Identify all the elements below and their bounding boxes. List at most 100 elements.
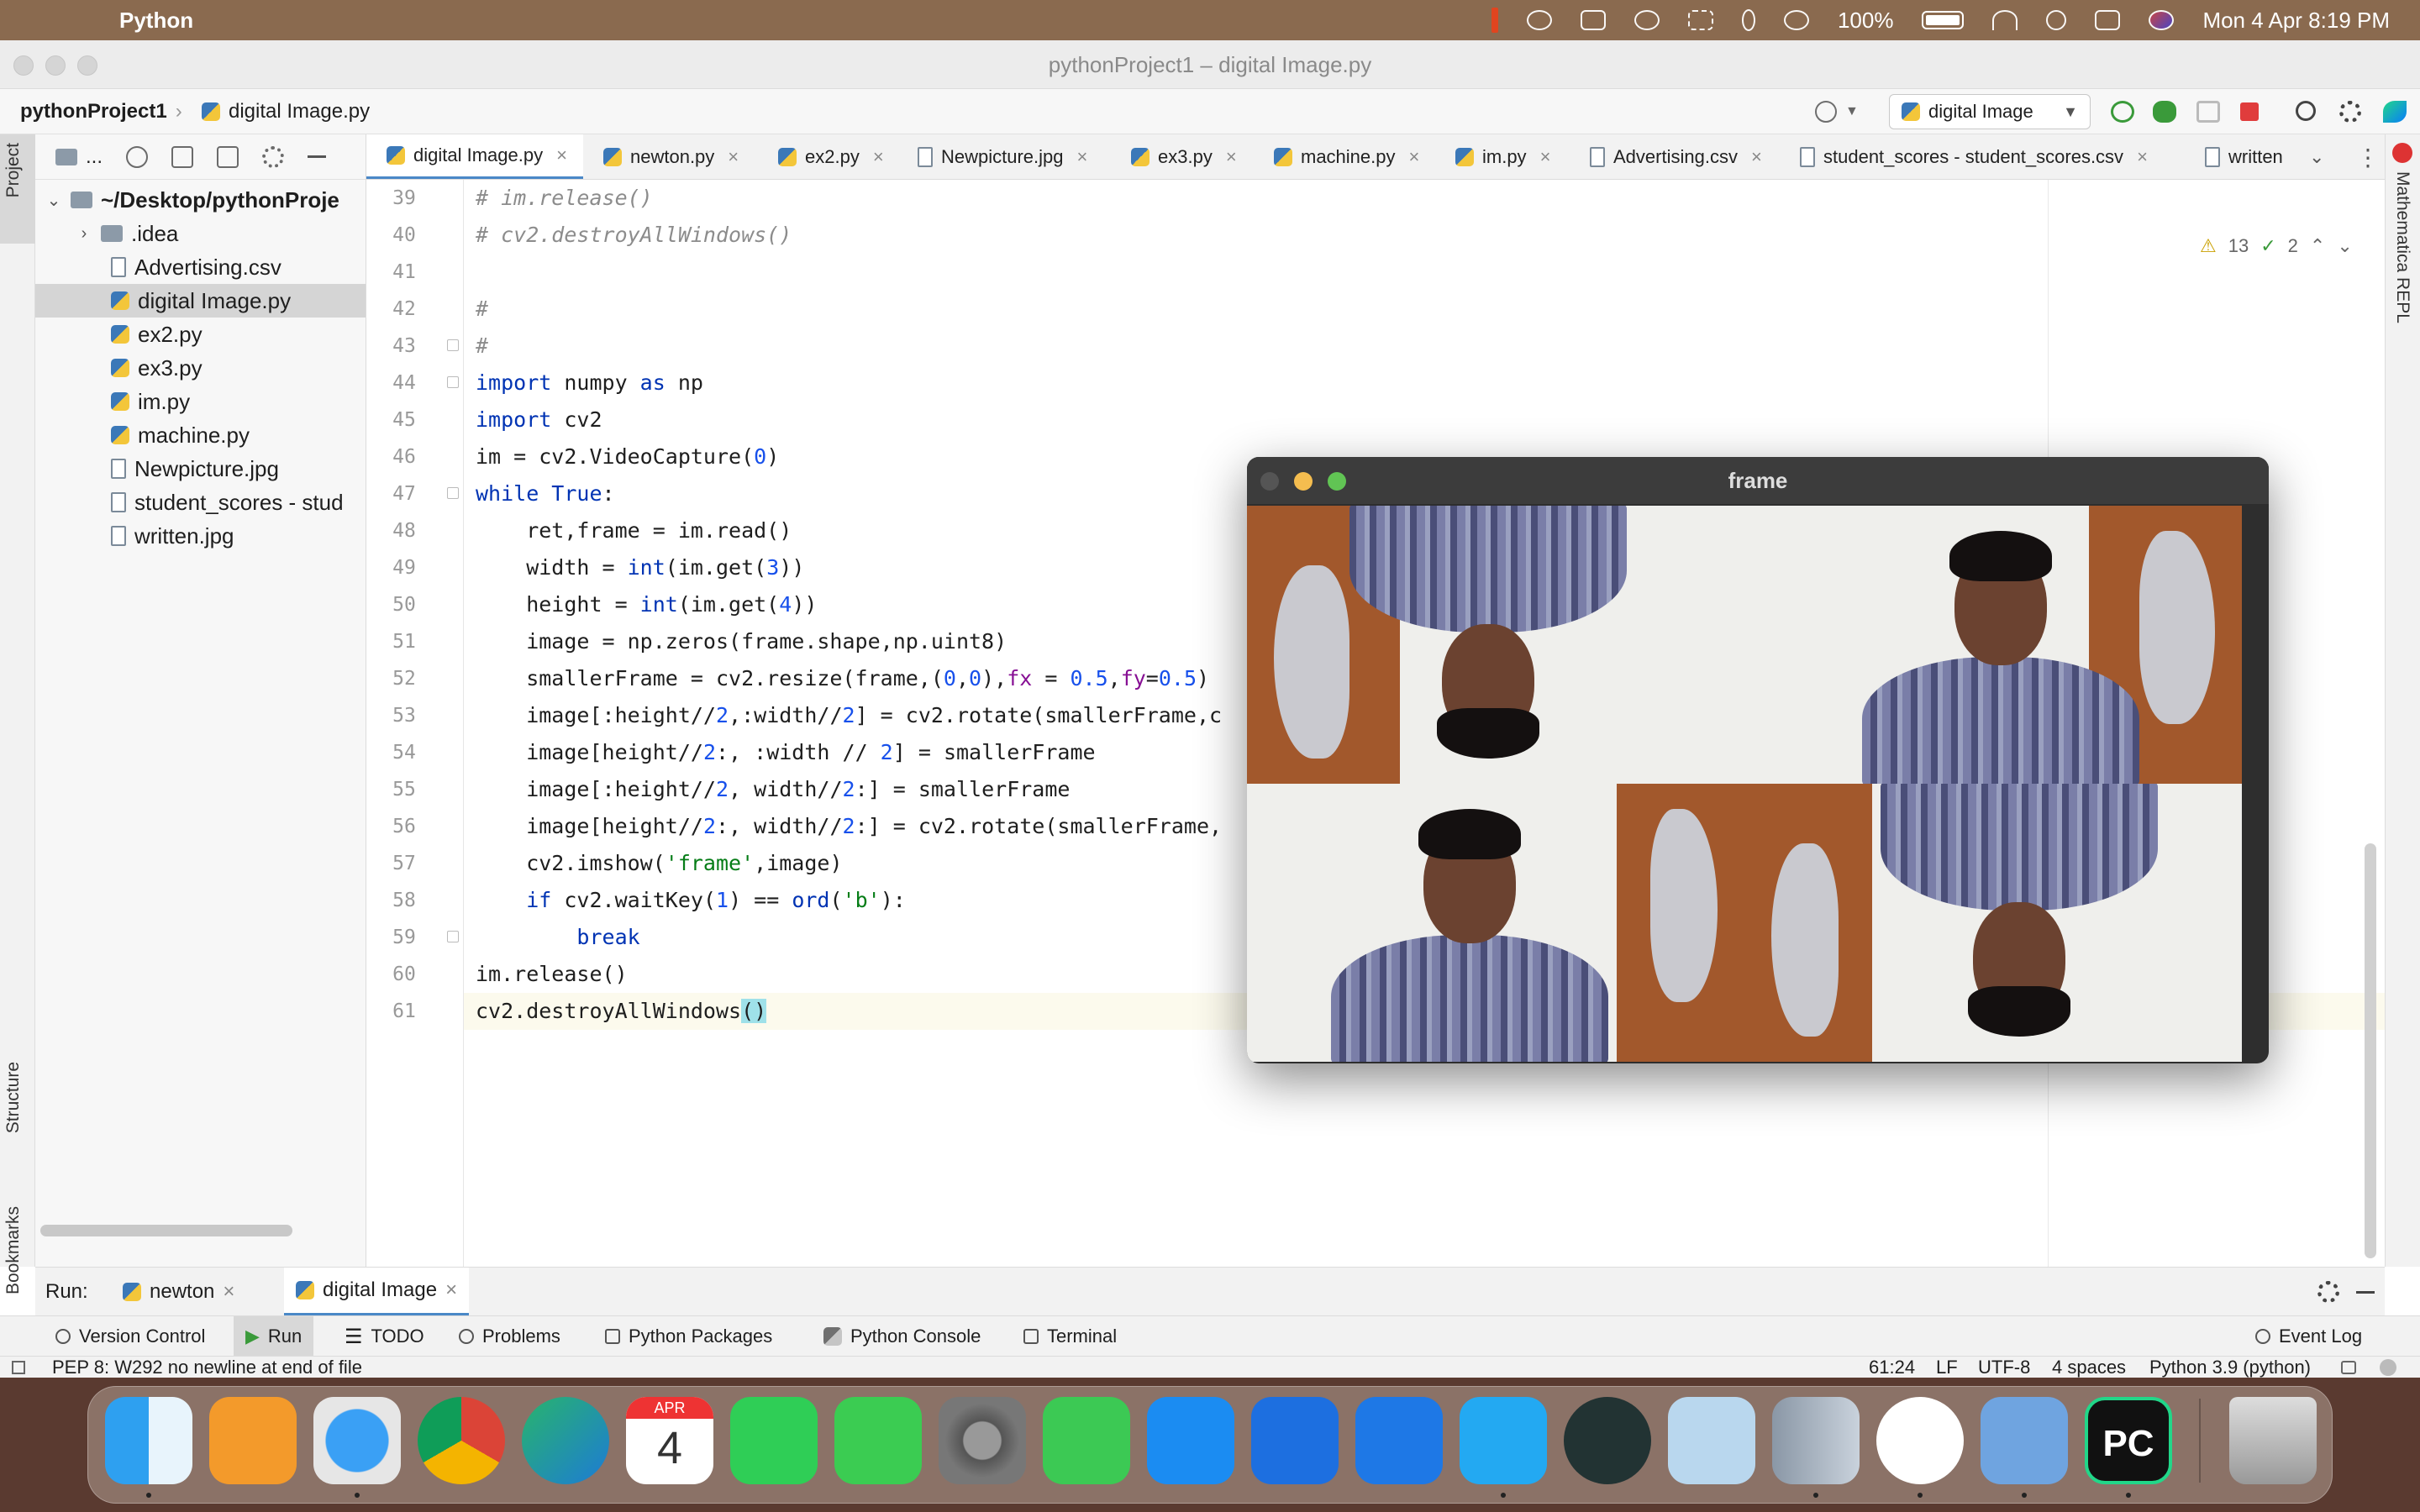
facetime-icon[interactable] [1043, 1397, 1130, 1484]
siri-icon[interactable] [2149, 10, 2175, 30]
jetbrains-icon[interactable] [2383, 101, 2407, 123]
rocket-icon[interactable] [1772, 1397, 1860, 1484]
vertical-scrollbar[interactable] [2365, 843, 2376, 1258]
file-encoding[interactable]: UTF-8 [1978, 1357, 2030, 1378]
inspection-widget[interactable]: ⚠ 13 ✓ 2 ⌃ ⌄ [2200, 235, 2353, 257]
hide-icon[interactable] [2356, 1291, 2375, 1294]
frame-window[interactable]: frame [1247, 457, 2269, 1063]
user-vcs-icon[interactable] [1815, 101, 1837, 123]
project-view-icon[interactable] [55, 148, 77, 165]
fold-marker[interactable] [447, 376, 459, 388]
close-window-button[interactable] [1260, 472, 1279, 491]
tree-item-machine[interactable]: machine.py [35, 418, 366, 452]
breadcrumb-file[interactable]: digital Image.py [229, 100, 370, 123]
close-tab-icon[interactable]: × [728, 146, 739, 168]
bluetooth-icon[interactable] [1741, 9, 1755, 31]
caret-position[interactable]: 61:24 [1869, 1357, 1915, 1378]
expand-all-icon[interactable] [171, 145, 194, 168]
tool-python-packages[interactable]: Python Packages [605, 1316, 772, 1357]
battery-icon[interactable] [1922, 11, 1965, 29]
fold-marker[interactable] [447, 339, 459, 351]
chrome-icon[interactable] [418, 1397, 505, 1484]
close-tab-icon[interactable]: × [445, 1278, 457, 1302]
mathematica-repl-tab[interactable]: Mathematica REPL [2392, 171, 2412, 323]
close-tab-icon[interactable]: × [1540, 146, 1551, 168]
tool-event-log[interactable]: Event Log [2255, 1316, 2362, 1357]
play-icon[interactable] [1634, 10, 1660, 30]
tree-item-student-scores[interactable]: student_scores - stud [35, 486, 366, 519]
search-everywhere-icon[interactable] [2296, 101, 2316, 121]
vscode-icon[interactable] [1460, 1397, 1547, 1484]
safari-icon[interactable] [313, 1397, 401, 1484]
tool-todo[interactable]: ☰ TODO [345, 1316, 424, 1357]
stop-icon[interactable] [2240, 102, 2259, 121]
locate-icon[interactable] [126, 145, 149, 168]
tool-version-control[interactable]: Version Control [55, 1316, 205, 1357]
line-separator[interactable]: LF [1936, 1357, 1958, 1378]
minimize-window-button[interactable] [1294, 472, 1313, 491]
horizontal-scrollbar[interactable] [40, 1225, 292, 1236]
close-tab-icon[interactable]: × [1751, 146, 1762, 168]
close-tab-icon[interactable]: × [223, 1280, 234, 1304]
status-message[interactable]: PEP 8: W292 no newline at end of file [52, 1357, 362, 1378]
recording-icon[interactable] [1491, 8, 1498, 33]
wifi-icon[interactable] [1992, 10, 2018, 30]
settings-icon[interactable] [2339, 101, 2361, 123]
run-tab-digital-image[interactable]: digital Image × [284, 1268, 470, 1316]
previous-highlight-icon[interactable]: ⌃ [2310, 235, 2325, 257]
clock[interactable]: Mon 4 Apr 8:19 PM [2202, 8, 2390, 34]
calendar-icon[interactable]: APR 4 [626, 1397, 713, 1484]
xcode-icon[interactable] [1251, 1397, 1339, 1484]
preview-icon[interactable] [1668, 1397, 1755, 1484]
structure-tool-tab[interactable]: Structure [3, 1062, 24, 1133]
tree-item-digital-image[interactable]: digital Image.py [35, 284, 366, 318]
close-tab-icon[interactable]: × [1077, 146, 1088, 168]
toggle-tool-windows-icon[interactable] [12, 1361, 25, 1374]
next-highlight-icon[interactable]: ⌄ [2337, 235, 2352, 257]
gear-icon[interactable] [2317, 1281, 2339, 1303]
tree-item-ex3[interactable]: ex3.py [35, 351, 366, 385]
app-store-icon[interactable] [1147, 1397, 1234, 1484]
close-tab-icon[interactable]: × [556, 144, 567, 166]
run-tab-newton[interactable]: newton × [123, 1268, 234, 1316]
fold-marker[interactable] [447, 931, 459, 942]
tree-item-advertising[interactable]: Advertising.csv [35, 250, 366, 284]
tool-run[interactable]: ▶ Run [234, 1316, 314, 1357]
project-view-selector[interactable]: ... [86, 145, 103, 169]
app-menu[interactable]: Python [119, 8, 193, 34]
project-tool-tab[interactable]: Project [3, 143, 24, 197]
pycharm-icon[interactable]: PC [2085, 1397, 2172, 1484]
fold-marker[interactable] [447, 487, 459, 499]
simulator-icon[interactable] [1355, 1397, 1443, 1484]
tool-problems[interactable]: Problems [459, 1316, 560, 1357]
tab-ex3[interactable]: ex3.py × [1131, 134, 1237, 179]
collapse-all-icon[interactable] [217, 145, 239, 168]
tab-student-scores[interactable]: student_scores - student_scores.csv × [1800, 134, 2148, 179]
close-window-button[interactable] [13, 55, 34, 76]
display-icon[interactable] [1580, 10, 1606, 30]
tree-item-written[interactable]: written.jpg [35, 519, 366, 553]
gear-icon[interactable] [262, 145, 285, 168]
edge-icon[interactable] [522, 1397, 609, 1484]
inspector-icon[interactable] [2380, 1359, 2396, 1376]
zoom-window-button[interactable] [77, 55, 97, 76]
mute-icon[interactable] [1687, 10, 1713, 30]
run-config-selector[interactable]: digital Image ▼ [1889, 94, 2091, 129]
close-tab-icon[interactable]: × [873, 146, 884, 168]
tab-newpicture[interactable]: Newpicture.jpg × [918, 134, 1088, 179]
tab-written[interactable]: written [2205, 134, 2283, 179]
breadcrumb-project[interactable]: pythonProject1 [20, 100, 167, 123]
tree-item-ex2[interactable]: ex2.py [35, 318, 366, 351]
minimize-window-button[interactable] [45, 55, 66, 76]
lock-icon[interactable] [2341, 1361, 2356, 1374]
tree-item-im[interactable]: im.py [35, 385, 366, 418]
hide-icon[interactable] [308, 155, 327, 158]
tab-digital-image[interactable]: digital Image.py × [366, 134, 583, 179]
messages-icon[interactable] [834, 1397, 922, 1484]
creative-cloud-icon[interactable] [1526, 10, 1552, 30]
instruments-icon[interactable] [1981, 1397, 2068, 1484]
tree-item-idea[interactable]: › .idea [35, 217, 366, 250]
close-tab-icon[interactable]: × [1226, 146, 1237, 168]
search-icon[interactable] [2046, 10, 2067, 30]
system-preferences-icon[interactable] [939, 1397, 1026, 1484]
